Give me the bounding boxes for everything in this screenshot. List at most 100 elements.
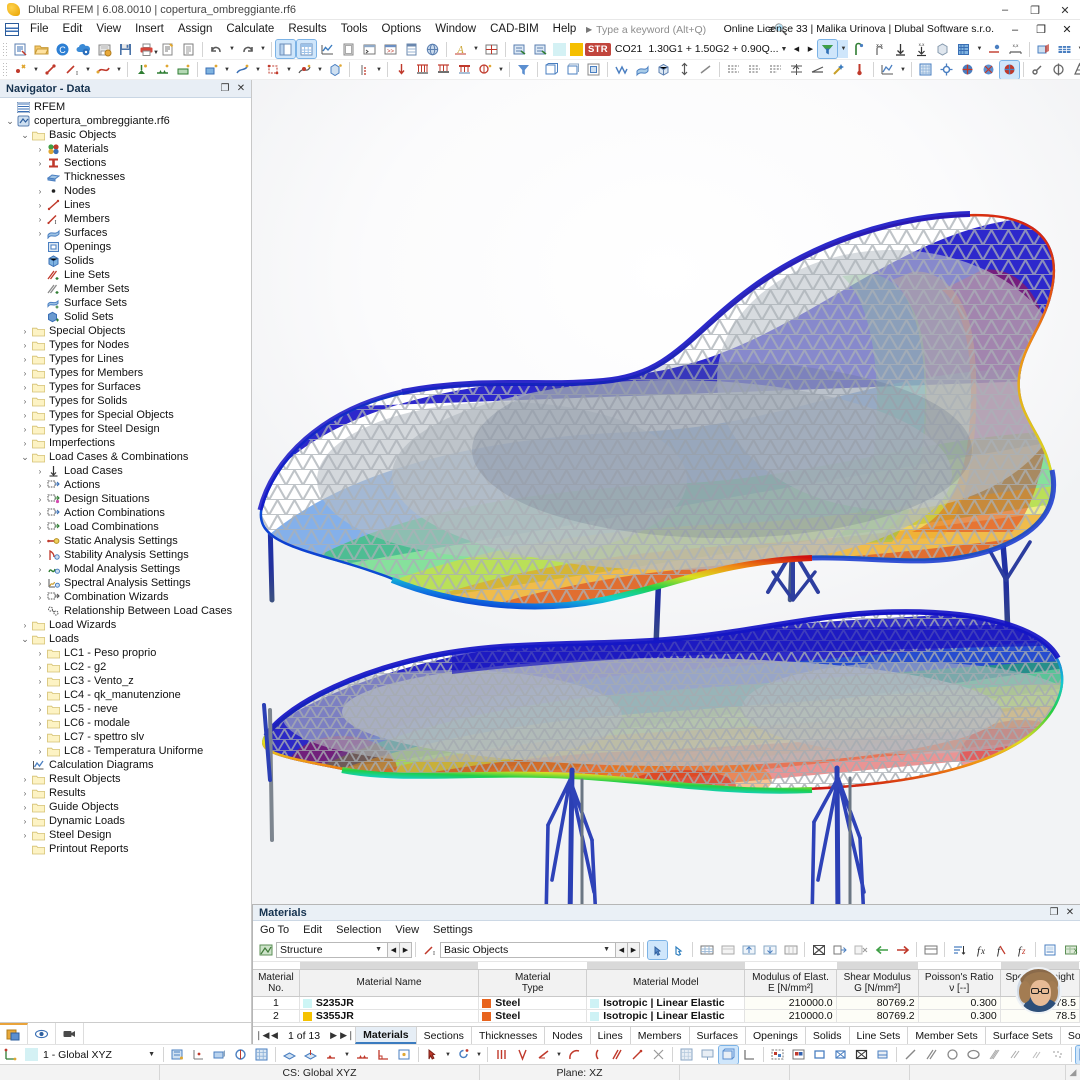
tree-item[interactable]: › LC6 - modale <box>0 716 251 730</box>
new-member-icon[interactable]: I <box>63 61 82 79</box>
export-disabled-icon[interactable] <box>851 941 870 959</box>
table-column-header[interactable]: Material Model <box>587 970 746 996</box>
navigator-views-tab-icon[interactable] <box>56 1023 84 1044</box>
perpendicular-snap-icon[interactable] <box>374 1046 393 1064</box>
vertical-lines-icon[interactable] <box>492 1046 511 1064</box>
mirror-icon[interactable] <box>787 61 806 79</box>
fe-mesh-icon[interactable] <box>916 61 935 79</box>
thermometer-icon[interactable] <box>850 61 869 79</box>
tree-item[interactable]: › Steel Design <box>0 828 251 842</box>
polyline-icon[interactable] <box>612 61 631 79</box>
table-cell-name[interactable]: S355JR <box>300 1010 480 1022</box>
select-objects-icon[interactable] <box>768 1046 787 1064</box>
tree-twisty-collapsed-icon[interactable]: › <box>34 187 46 196</box>
new-node-icon[interactable] <box>11 61 30 79</box>
tree-twisty-expanded-icon[interactable]: ⌄ <box>19 130 31 139</box>
inner-minimize-button[interactable]: – <box>1002 20 1028 39</box>
tree-item[interactable]: › Types for Surfaces <box>0 380 251 394</box>
node-snap-icon[interactable] <box>322 1046 341 1064</box>
table-tab-line-sets[interactable]: Line Sets <box>848 1027 909 1044</box>
table-cell-nu[interactable]: 0.300 <box>918 997 1001 1009</box>
tree-twisty-collapsed-icon[interactable]: › <box>34 467 46 476</box>
tree-item[interactable]: › Sections <box>0 156 251 170</box>
structure-combo[interactable]: Structure ▼ <box>276 941 388 958</box>
tree-twisty-collapsed-icon[interactable]: › <box>34 215 46 224</box>
combination-next-button[interactable]: ▶ <box>804 40 816 58</box>
pointer-dropdown-icon[interactable]: ▼ <box>443 1046 453 1064</box>
rotate-dropdown-icon[interactable]: ▼ <box>474 1046 484 1064</box>
inner-restore-button[interactable]: ❐ <box>1028 20 1054 39</box>
select-color-icon[interactable] <box>789 1046 808 1064</box>
surface-support-icon[interactable] <box>174 61 193 79</box>
table-tab-surface-sets[interactable]: Surface Sets <box>984 1027 1061 1044</box>
tree-twisty-collapsed-icon[interactable]: › <box>19 411 31 420</box>
delete-all-icon[interactable] <box>809 941 828 959</box>
redo-icon[interactable] <box>238 40 257 58</box>
tree-item[interactable]: › Types for Members <box>0 366 251 380</box>
table-cell-e[interactable]: 210000.0 <box>745 997 837 1009</box>
mesh-refinement-dropdown-icon[interactable]: ▼ <box>315 61 325 79</box>
tree-twisty-expanded-icon[interactable]: ⌄ <box>4 116 16 125</box>
free-load-icon[interactable] <box>476 61 495 79</box>
tree-item[interactable]: ⌄ Loads <box>0 632 251 646</box>
tree-twisty-collapsed-icon[interactable]: › <box>34 733 46 742</box>
tree-item[interactable]: › Stability Analysis Settings <box>0 548 251 562</box>
rotate-icon[interactable] <box>454 1046 473 1064</box>
materials-menu-view[interactable]: View <box>388 923 426 937</box>
table-column-header[interactable]: Poisson's Ratio ν [--] <box>919 970 1001 996</box>
print-icon[interactable]: ▼ <box>137 40 159 58</box>
console-icon[interactable] <box>360 40 379 58</box>
table-tab-materials[interactable]: Materials <box>355 1027 417 1044</box>
grid-display-icon[interactable] <box>252 1046 271 1064</box>
nodal-load-icon[interactable] <box>392 61 411 79</box>
imperfection-dropdown-icon[interactable]: ▼ <box>374 61 384 79</box>
tree-item[interactable]: Member Sets <box>0 282 251 296</box>
tree-twisty-collapsed-icon[interactable]: › <box>19 831 31 840</box>
cs-combo-chevron-icon[interactable]: ▼ <box>145 1051 158 1058</box>
tree-item[interactable]: ⌄ Basic Objects <box>0 128 251 142</box>
table-cell-e[interactable]: 210000.0 <box>745 1010 837 1022</box>
delete-row-icon[interactable] <box>718 941 737 959</box>
formula-icon[interactable]: fx <box>970 941 989 959</box>
tree-twisty-collapsed-icon[interactable]: › <box>34 509 46 518</box>
menu-tools[interactable]: Tools <box>334 21 375 37</box>
hatch-icon[interactable] <box>985 1046 1004 1064</box>
script-icon[interactable]: >> <box>381 40 400 58</box>
dimension-icon[interactable] <box>675 61 694 79</box>
menu-help[interactable]: Help <box>546 21 584 37</box>
units-dropdown-icon[interactable]: ▼ <box>471 40 481 58</box>
tree-item[interactable]: Line Sets <box>0 268 251 282</box>
tree-item[interactable]: › LC5 - neve <box>0 702 251 716</box>
tree-item[interactable]: Solid Sets <box>0 310 251 324</box>
menu-edit[interactable]: Edit <box>56 21 90 37</box>
nodal-support-icon[interactable] <box>132 61 151 79</box>
materials-menu-settings[interactable]: Settings <box>426 923 480 937</box>
navigator-tree[interactable]: RFEM ⌄ copertura_ombreggiante.rf6 ⌄ Basic Ob… <box>0 98 251 1022</box>
maximize-button[interactable]: ❐ <box>1020 0 1050 20</box>
tree-item[interactable]: › Nodes <box>0 184 251 198</box>
tree-item[interactable]: › Types for Lines <box>0 352 251 366</box>
tree-twisty-expanded-icon[interactable]: ⌄ <box>19 634 31 643</box>
tree-item[interactable]: › Materials <box>0 142 251 156</box>
minimize-button[interactable]: – <box>990 0 1020 20</box>
tree-item[interactable]: › Spectral Analysis Settings <box>0 576 251 590</box>
tree-item[interactable]: ⌄ Load Cases & Combinations <box>0 450 251 464</box>
angle-icon[interactable] <box>534 1046 553 1064</box>
grid-snap-icon[interactable] <box>189 1046 208 1064</box>
center-snap-icon[interactable] <box>395 1046 414 1064</box>
menu-results[interactable]: Results <box>281 21 333 37</box>
tree-item[interactable]: › Load Wizards <box>0 618 251 632</box>
table-tab-nodes[interactable]: Nodes <box>544 1027 591 1044</box>
imperfection-icon[interactable] <box>354 61 373 79</box>
sort-icon[interactable] <box>949 941 968 959</box>
result-values-icon[interactable] <box>849 40 868 58</box>
select-cross-icon[interactable] <box>831 1046 850 1064</box>
min-value-icon[interactable] <box>891 40 910 58</box>
tree-twisty-collapsed-icon[interactable]: › <box>34 691 46 700</box>
solids-result-icon[interactable] <box>933 40 952 58</box>
result-table-icon[interactable] <box>1055 40 1074 58</box>
tree-item[interactable]: › Static Analysis Settings <box>0 534 251 548</box>
tree-twisty-collapsed-icon[interactable]: › <box>34 677 46 686</box>
pointer-icon[interactable] <box>423 1046 442 1064</box>
tree-item[interactable]: Solids <box>0 254 251 268</box>
